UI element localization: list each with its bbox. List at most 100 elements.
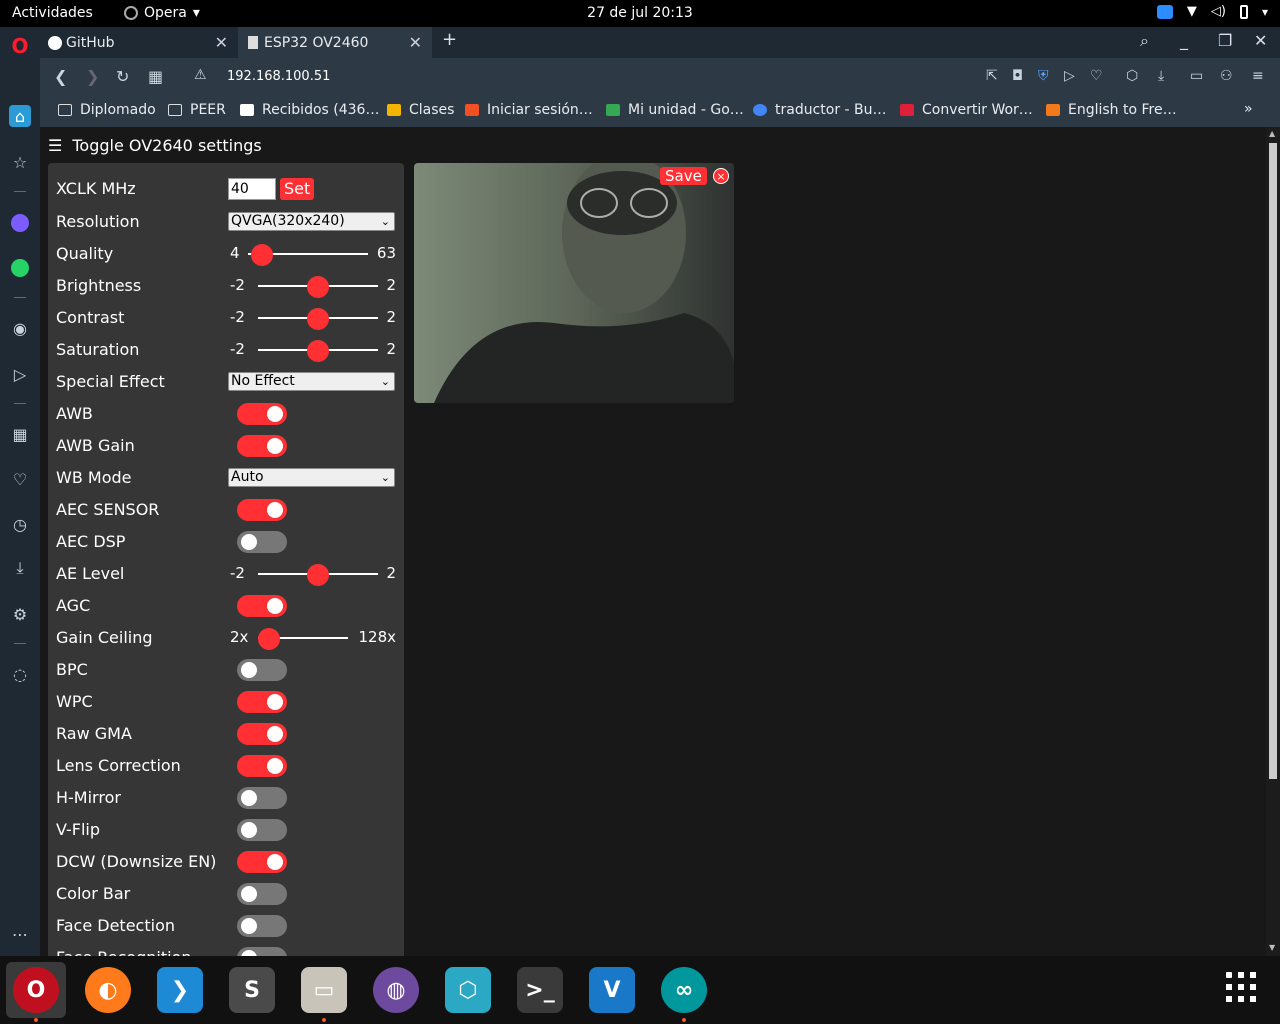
grid-icon[interactable]: ▦ xyxy=(9,423,31,445)
back-icon[interactable]: ❮ xyxy=(54,67,67,86)
chevron-down-icon[interactable]: ▾ xyxy=(1262,5,1268,19)
close-stream-button[interactable]: × xyxy=(713,168,729,184)
gain-ceiling-slider[interactable]: 2x 128x xyxy=(228,626,398,650)
wb-mode-select[interactable]: Auto ⌄ xyxy=(228,468,395,487)
settings-toggle[interactable]: ☰ Toggle OV2640 settings xyxy=(48,136,262,155)
zoom-icon[interactable] xyxy=(1156,4,1173,19)
search-tabs-icon[interactable]: ⌕ xyxy=(1140,31,1149,51)
bookmark-item[interactable]: Diplomado xyxy=(58,102,156,118)
xclk-input[interactable]: 40 xyxy=(228,178,276,200)
scroll-up-icon[interactable]: ▲ xyxy=(1269,129,1275,138)
dock-app-virtualbox[interactable]: ⬡ xyxy=(438,962,498,1018)
agc-switch[interactable] xyxy=(237,595,287,617)
face-detection-switch[interactable] xyxy=(237,915,287,937)
saturation-slider[interactable]: -2 2 xyxy=(228,338,398,362)
send-icon[interactable]: ▷ xyxy=(1064,68,1075,84)
history-icon[interactable]: ◷ xyxy=(9,513,31,535)
saturation-knob[interactable] xyxy=(307,340,329,362)
close-icon[interactable]: ✕ xyxy=(215,33,228,52)
send-icon[interactable]: ▷ xyxy=(9,363,31,385)
ae-level-slider[interactable]: -2 2 xyxy=(228,562,398,586)
bookmarks-overflow-icon[interactable]: » xyxy=(1244,101,1253,117)
brightness-knob[interactable] xyxy=(307,276,329,298)
bookmark-item[interactable]: Recibidos (436… xyxy=(240,102,379,118)
battery-saver-icon[interactable]: ▭ xyxy=(1190,68,1203,84)
wifi-icon[interactable]: ▼ xyxy=(1187,4,1197,19)
scrollbar-thumb[interactable] xyxy=(1269,143,1277,779)
dock-app-vscode[interactable]: ❯ xyxy=(150,962,210,1018)
special-effect-select[interactable]: No Effect ⌄ xyxy=(228,372,395,391)
bpc-switch[interactable] xyxy=(237,659,287,681)
dock-app-opera[interactable]: O xyxy=(6,962,66,1022)
bookmark-item[interactable]: PEER xyxy=(168,102,226,118)
whatsapp-icon[interactable] xyxy=(9,257,31,279)
page-scrollbar[interactable]: ▲ ▼ xyxy=(1266,127,1280,956)
heart-icon[interactable]: ♡ xyxy=(9,468,31,490)
show-apps-icon[interactable] xyxy=(1226,972,1256,1002)
settings-icon[interactable]: ⚙ xyxy=(9,603,31,625)
awb-switch[interactable] xyxy=(237,403,287,425)
bookmark-item[interactable]: traductor - Bu… xyxy=(753,102,887,118)
minimize-icon[interactable]: _ xyxy=(1180,31,1188,50)
speed-dial-icon[interactable]: ▦ xyxy=(148,67,163,86)
easy-setup-icon[interactable]: ≡ xyxy=(1252,68,1264,84)
cube-icon[interactable]: ⬡ xyxy=(1126,68,1138,84)
contrast-slider[interactable]: -2 2 xyxy=(228,306,398,330)
dock-app-terminal[interactable]: >_ xyxy=(510,962,570,1018)
tab-github[interactable]: GitHub ✕ xyxy=(44,27,238,58)
awb-gain-switch[interactable] xyxy=(237,435,287,457)
share-icon[interactable]: ⇱ xyxy=(986,68,998,84)
raw-gma-switch[interactable] xyxy=(237,723,287,745)
forward-icon[interactable]: ❯ xyxy=(86,67,99,86)
color-bar-switch[interactable] xyxy=(237,883,287,905)
star-icon[interactable]: ☆ xyxy=(9,151,31,173)
bookmark-item[interactable]: Convertir Wor… xyxy=(900,102,1033,118)
xclk-set-button[interactable]: Set xyxy=(280,178,315,200)
clock[interactable]: 27 de jul 20:13 xyxy=(0,5,1280,21)
new-tab-icon[interactable]: + xyxy=(442,29,457,50)
bookmark-item[interactable]: Iniciar sesión… xyxy=(465,102,593,118)
wpc-switch[interactable] xyxy=(237,691,287,713)
camera-icon[interactable]: ◘ xyxy=(1012,68,1023,84)
player-icon[interactable]: ◉ xyxy=(9,317,31,339)
reload-icon[interactable]: ↻ xyxy=(116,67,129,86)
battery-icon[interactable] xyxy=(1239,4,1248,19)
warning-icon[interactable]: ⚠ xyxy=(194,67,207,83)
heart-icon[interactable]: ♡ xyxy=(1090,68,1103,84)
dock-app-arduino[interactable]: ∞ xyxy=(654,962,714,1022)
quality-knob[interactable] xyxy=(251,244,274,266)
url-field[interactable]: 192.168.100.51 xyxy=(227,69,330,84)
volume-icon[interactable]: ◁) xyxy=(1211,4,1226,19)
dcw-downsize-en-switch[interactable] xyxy=(237,851,287,873)
more-icon[interactable]: ⋯ xyxy=(9,923,31,945)
brightness-slider[interactable]: -2 2 xyxy=(228,274,398,298)
aec-sensor-switch[interactable] xyxy=(237,499,287,521)
aec-dsp-switch[interactable] xyxy=(237,531,287,553)
gain-ceiling-knob[interactable] xyxy=(258,628,280,650)
close-icon[interactable]: ✕ xyxy=(409,33,422,52)
maximize-icon[interactable]: ❐ xyxy=(1218,31,1232,50)
scroll-down-icon[interactable]: ▼ xyxy=(1269,943,1275,952)
messenger-icon[interactable] xyxy=(9,212,31,234)
system-tray[interactable]: ▼ ◁) ▾ xyxy=(1156,4,1268,19)
dock-app-vnc[interactable]: V xyxy=(582,962,642,1018)
lens-correction-switch[interactable] xyxy=(237,755,287,777)
dock-app-github-desktop[interactable]: ◍ xyxy=(366,962,426,1018)
quality-slider[interactable]: 4 63 xyxy=(228,242,398,266)
lightbulb-icon[interactable]: ◌ xyxy=(9,663,31,685)
download-icon[interactable]: ⤓ xyxy=(1158,68,1164,84)
opera-logo-icon[interactable]: O xyxy=(9,34,31,58)
download-icon[interactable]: ⤓ xyxy=(9,557,31,579)
tab-esp32[interactable]: ESP32 OV2460 ✕ xyxy=(238,27,432,58)
dock-app-sublime[interactable]: S xyxy=(222,962,282,1018)
ae-level-knob[interactable] xyxy=(307,564,329,586)
shield-icon[interactable]: ⛨ xyxy=(1038,68,1049,84)
save-button[interactable]: Save xyxy=(660,167,707,185)
home-icon[interactable]: ⌂ xyxy=(9,105,31,127)
h-mirror-switch[interactable] xyxy=(237,787,287,809)
bookmark-item[interactable]: English to Fre… xyxy=(1046,102,1177,118)
account-icon[interactable]: ⚇ xyxy=(1220,68,1233,84)
dock-app-files[interactable]: ▭ xyxy=(294,962,354,1022)
dock-app-firefox[interactable]: ◐ xyxy=(78,962,138,1018)
resolution-select[interactable]: QVGA(320x240) ⌄ xyxy=(228,212,395,231)
